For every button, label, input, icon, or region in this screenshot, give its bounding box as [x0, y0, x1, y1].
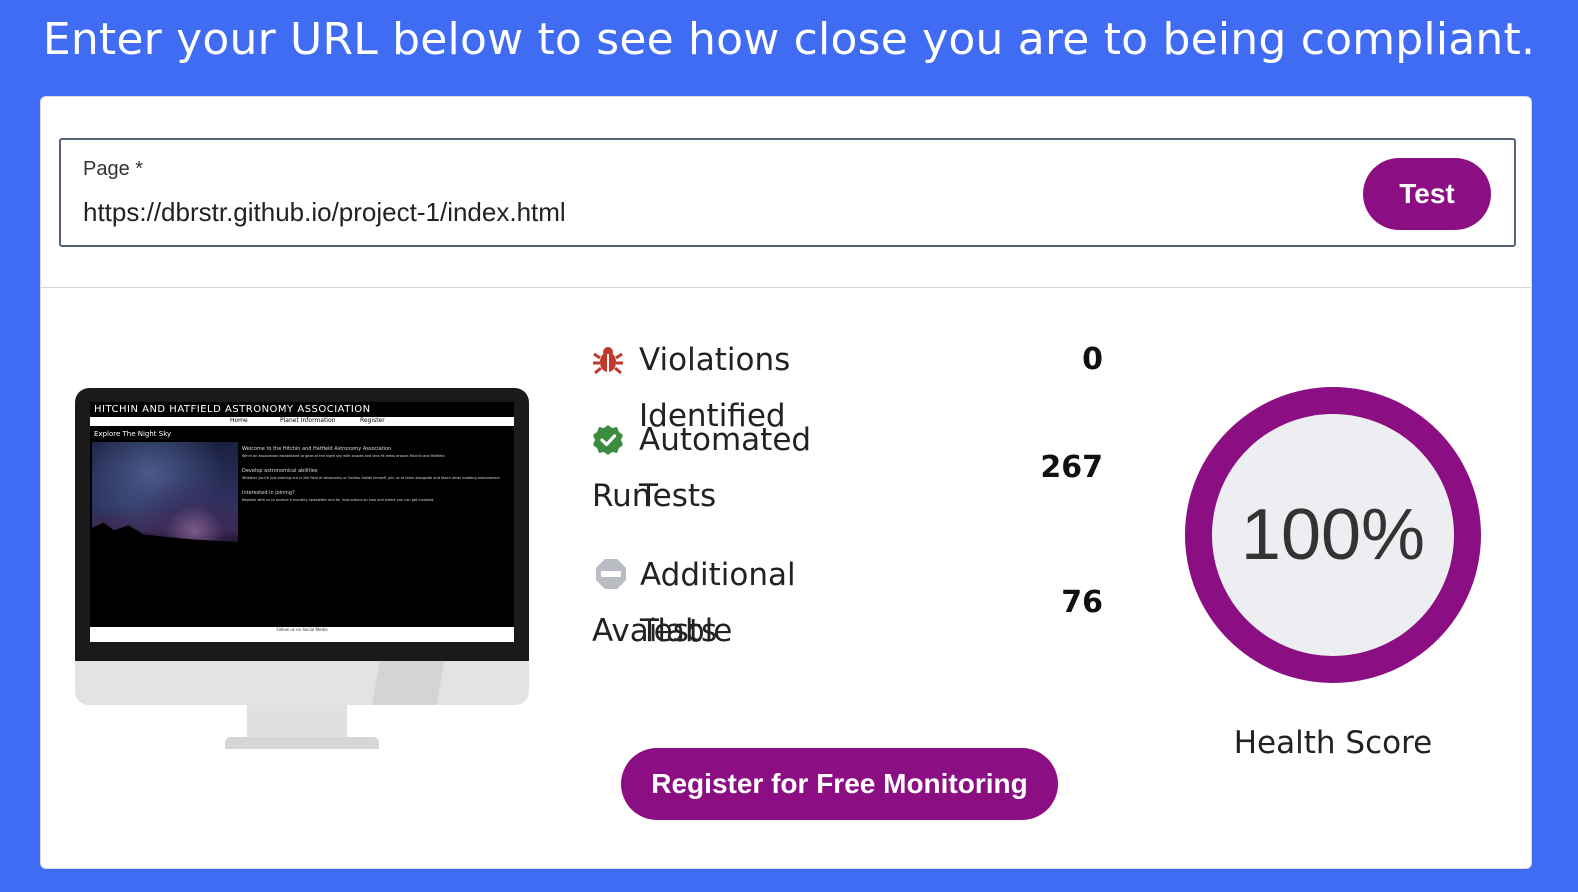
site-nav-planet: Planet Information — [280, 417, 336, 424]
site-title: HITCHIN AND HATFIELD ASTRONOMY ASSOCIATI… — [94, 404, 371, 415]
automated-label-line1: Automated Tests — [639, 422, 812, 514]
site-nav-register: Register — [360, 417, 385, 424]
url-form: Page * Test — [59, 138, 1516, 247]
health-score-value: 100% — [1212, 414, 1454, 656]
night-sky-image — [92, 442, 238, 546]
site-text-4: Whether you're just starting out in the … — [242, 476, 500, 480]
additional-label-line2: Available — [592, 613, 733, 649]
additional-value: 76 — [1061, 585, 1103, 620]
divider — [41, 287, 1531, 288]
site-text-5: Interested in joining? — [242, 490, 295, 496]
automated-label-line2: Run — [592, 478, 652, 514]
compliance-card: Page * Test HITCHIN AND HATFIELD ASTRONO… — [40, 96, 1532, 869]
automated-value: 267 — [1040, 450, 1103, 485]
site-text-3: Develop astronomical abilities — [242, 468, 318, 474]
site-subtitle: Explore The Night Sky — [94, 430, 172, 438]
violations-value: 0 — [1082, 342, 1103, 377]
site-footer: Follow us on Social Media — [90, 627, 514, 642]
site-text-2: We're an association established to gaze… — [242, 454, 445, 458]
page-url-input[interactable] — [83, 192, 1323, 232]
page-headline: Enter your URL below to see how close yo… — [42, 14, 1536, 65]
page-field-label: Page * — [83, 158, 144, 180]
monitor-chin — [75, 661, 529, 705]
check-badge-icon — [593, 425, 623, 455]
site-text-6: Register with us to receive a monthly ne… — [242, 498, 435, 502]
health-score-gauge: 100% — [1185, 387, 1481, 683]
monitor-base — [225, 737, 379, 749]
test-button[interactable]: Test — [1363, 158, 1491, 230]
site-preview-monitor: HITCHIN AND HATFIELD ASTRONOMY ASSOCIATI… — [75, 388, 529, 754]
health-score-caption: Health Score — [1233, 725, 1433, 761]
bug-icon — [593, 347, 623, 375]
site-screenshot: HITCHIN AND HATFIELD ASTRONOMY ASSOCIATI… — [90, 402, 514, 642]
site-text-1: Welcome to the Hitchin and Hatfield Astr… — [242, 446, 392, 452]
minus-badge-icon — [596, 559, 626, 589]
site-nav-home: Home — [230, 417, 248, 424]
site-nav: Home Planet Information Register — [90, 417, 514, 426]
register-monitoring-button[interactable]: Register for Free Monitoring — [621, 748, 1058, 820]
